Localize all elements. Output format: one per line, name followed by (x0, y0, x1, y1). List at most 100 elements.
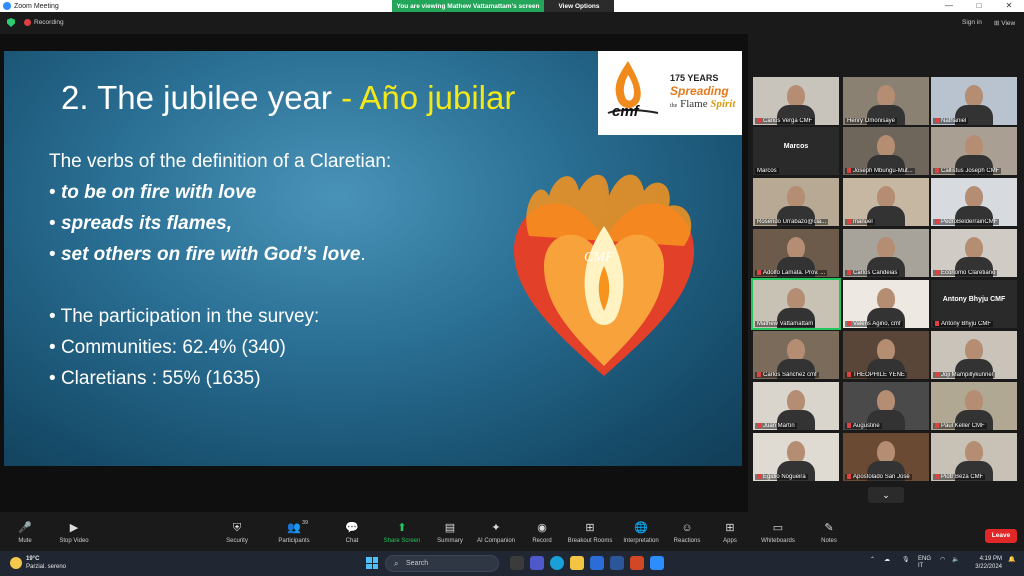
participant-tile[interactable]: Mathew Vattamattam (751, 278, 841, 330)
toolbar-stop-video-button[interactable]: ▶ Stop Video (44, 520, 104, 544)
language-indicator[interactable]: ENG IT (918, 556, 931, 570)
recording-label[interactable]: Recording (34, 19, 64, 26)
slide-line: The verbs of the definition of a Clareti… (49, 151, 392, 172)
clock-date: 3/22/2024 (975, 564, 1002, 570)
clock-time: 4:19 PM (979, 556, 1002, 562)
word-icon[interactable] (610, 556, 624, 570)
person-head (877, 390, 895, 412)
security-shield-icon[interactable] (7, 18, 15, 27)
slide-bullet-line: • The participation in the survey: (49, 306, 319, 328)
person-head (787, 441, 805, 463)
muted-mic-icon (935, 320, 939, 326)
toolbar-label: Whiteboards (761, 538, 795, 544)
person-head (787, 390, 805, 412)
toolbar-label: Security (226, 538, 248, 544)
toolbar-security-button[interactable]: ⛨ Security (207, 520, 267, 544)
slide-bullet-line: • spreads its flames, (49, 213, 232, 235)
participant-tile[interactable]: Rosendo Urrabazo@cla... (753, 178, 839, 226)
powerpoint-icon[interactable] (630, 556, 644, 570)
view-label: View (1001, 20, 1016, 27)
toolbar-label: Chat (345, 538, 359, 544)
participant-name-text: Juan Martín (763, 423, 795, 429)
participant-tile[interactable]: Carlos Verga CMF (753, 77, 839, 125)
close-button[interactable]: ✕ (994, 0, 1024, 12)
participant-tile[interactable]: Paul Keller CMF (931, 382, 1017, 430)
participant-tile[interactable]: Joji Mampillykunnel (931, 331, 1017, 379)
shared-screen: 2. The jubilee year - Año jubilar cmf 17… (0, 34, 748, 512)
participant-gallery: Carlos Verga CMF Henry Omonisaye Nathaniel… (751, 77, 1019, 507)
speaker-icon[interactable]: 🔈 (952, 556, 959, 563)
slide-title: 2. The jubilee year - Año jubilar (61, 79, 515, 117)
file-explorer-icon[interactable] (570, 556, 584, 570)
sign-in-button[interactable]: Sign in (962, 19, 982, 26)
whiteboards-icon: ▭ (772, 522, 784, 534)
participant-tile[interactable]: Ecónomo Claretiano (931, 229, 1017, 277)
taskbar-search[interactable]: ⌕ Search (385, 555, 499, 572)
bullet: • (49, 368, 56, 389)
slide-bullet-line: • Communities: 62.4% (340) (49, 337, 286, 359)
task-view-icon[interactable] (510, 556, 524, 570)
participant-tile[interactable]: manuel (843, 178, 929, 226)
participant-name-text: PedroBelderrainCMF (941, 219, 998, 225)
person-head (877, 339, 895, 361)
participant-tile[interactable]: THEOPHILE YENE (843, 331, 929, 379)
participant-tile[interactable]: Nathaniel (931, 77, 1017, 125)
person-head (965, 85, 983, 107)
participant-tile[interactable]: Carlos Sánchez cmf (753, 331, 839, 379)
maximize-button[interactable]: □ (964, 0, 994, 12)
participant-tile[interactable]: PedroBelderrainCMF (931, 178, 1017, 226)
bullet-text: Claretians : 55% (1635) (60, 368, 261, 389)
person-head (877, 441, 895, 463)
taskbar-clock[interactable]: 4:19 PM 3/22/2024 (968, 555, 1002, 571)
participant-tile[interactable]: Carlos Candeias (843, 229, 929, 277)
participant-tile[interactable]: Callistus Joseph CMF (931, 127, 1017, 175)
participant-tile[interactable]: Adolfo Lamata. Prov. ... (753, 229, 839, 277)
participant-tile[interactable]: Antony Bhyju CMF Antony Bhyju CMF (931, 280, 1017, 328)
leave-button[interactable]: Leave (985, 529, 1017, 543)
toolbar-label: Interpretation (623, 538, 659, 544)
zoom-taskbar-icon[interactable] (650, 556, 664, 570)
person-head (877, 135, 895, 157)
view-options-button[interactable]: View Options (544, 0, 614, 12)
tray-chevron-icon[interactable]: ⌃ (870, 556, 875, 563)
minimize-button[interactable]: — (934, 0, 964, 12)
edge-icon[interactable] (550, 556, 564, 570)
participant-name: Carlos Candeias (845, 269, 900, 276)
chevron-down-icon: ⌄ (882, 490, 890, 500)
participant-display-name: Marcos (783, 143, 809, 150)
ai-companion-icon: ✦ (491, 522, 501, 534)
mic-tray-icon[interactable]: 🎙 (902, 556, 910, 563)
view-button[interactable]: ⊞ View (994, 19, 1015, 27)
toolbar-label: Breakout Rooms (567, 538, 613, 544)
notification-bell-icon[interactable]: 🔔 (1008, 556, 1015, 563)
wifi-icon[interactable]: ◠ (940, 556, 945, 563)
logo-line2-the: the (670, 103, 678, 109)
participant-tile[interactable]: Joseph Mbungu-Mut... (843, 127, 929, 175)
outlook-icon[interactable] (590, 556, 604, 570)
participant-tile[interactable]: Valens Agino, cmf (843, 280, 929, 328)
participant-tile[interactable]: Apostolado San José (843, 433, 929, 481)
participant-name: Mathew Vattamattam (755, 321, 816, 327)
heart-cmf-text: CMF (584, 250, 614, 265)
participant-tile[interactable]: Augustine (843, 382, 929, 430)
bullet-text: The participation in the survey: (60, 306, 320, 327)
participant-tile[interactable]: Egidio Nogueira (753, 433, 839, 481)
participant-name: Henry Omonisaye (845, 118, 898, 124)
gallery-next-page-button[interactable]: ⌄ (868, 487, 904, 503)
participant-name-text: Carlos Candeias (853, 270, 898, 276)
muted-mic-icon (935, 371, 939, 377)
muted-mic-icon (757, 473, 761, 479)
participant-tile[interactable]: Henry Omonisaye (843, 77, 929, 125)
teams-icon[interactable] (530, 556, 544, 570)
toolbar-notes-button[interactable]: ✎ Notes (799, 520, 859, 544)
bullet: • (49, 306, 56, 327)
toolbar-participants-button[interactable]: 👥 39 Participants (264, 520, 324, 544)
participant-tile[interactable]: Juan Martín (753, 382, 839, 430)
weather-icon[interactable] (10, 557, 22, 569)
language-code: ENG (918, 556, 932, 562)
windows-start-icon[interactable] (366, 557, 378, 569)
participant-tile[interactable]: Marcos Marcos (753, 127, 839, 175)
toolbar-label: AI Companion (476, 538, 516, 544)
participant-tile[interactable]: Piotr Beza CMF (931, 433, 1017, 481)
cloud-icon[interactable]: ☁ (884, 556, 890, 563)
